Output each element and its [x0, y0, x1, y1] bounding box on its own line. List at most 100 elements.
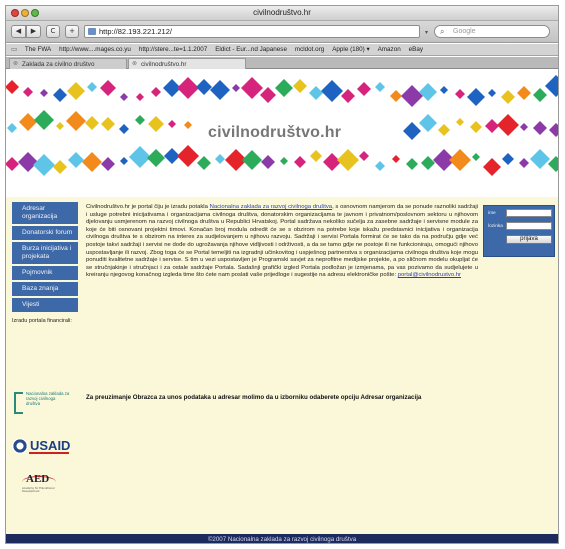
bookmark-item[interactable]: eBay	[409, 44, 423, 55]
back-button[interactable]: ◀	[11, 25, 26, 38]
form-download-notice: Za preuzimanje Obrazca za unos podataka …	[86, 394, 422, 401]
banner-diamond	[533, 121, 547, 135]
banner-diamond	[310, 150, 322, 162]
portal-email-link[interactable]: portal@civilnodrustvo.hr	[398, 272, 461, 278]
banner-diamond	[184, 121, 192, 129]
banner-diamond	[6, 157, 19, 171]
banner-diamond	[40, 89, 48, 97]
banner-diamond	[359, 151, 369, 161]
close-tab-icon[interactable]: ⊗	[13, 59, 18, 70]
banner-diamond	[135, 115, 145, 125]
banner-diamond	[275, 79, 293, 97]
intro-paragraph: Civilnodruštvo.hr je portal čiju je izra…	[86, 204, 478, 280]
banner-diamond	[280, 157, 288, 165]
banner-diamond	[68, 152, 84, 168]
tab-bar: ⊗ Zaklada za civilno društvo ⊗ civilnodr…	[6, 57, 558, 69]
banner-diamond	[294, 156, 306, 168]
tab-zaklada[interactable]: ⊗ Zaklada za civilno društvo	[9, 58, 127, 69]
login-box: ime lozinka prijava	[483, 205, 555, 257]
banner-diamond	[119, 124, 129, 134]
zaklada-bracket-icon	[14, 392, 23, 414]
title-bar: civilnodruštvo.hr	[6, 6, 558, 21]
banner-diamond	[177, 77, 199, 99]
banner-diamond	[261, 155, 275, 169]
back-arrow-icon: ◀	[15, 27, 22, 35]
banner-diamond	[337, 149, 359, 171]
banner-diamond	[309, 86, 323, 100]
banner-diamond	[392, 155, 400, 163]
usaid-logo[interactable]: USAID	[12, 436, 76, 458]
nav-burza-inicijativa[interactable]: Burza inicijativa i projekata	[12, 242, 78, 266]
username-label: ime	[488, 211, 496, 216]
banner-diamond	[548, 156, 558, 172]
banner-diamond	[210, 80, 230, 100]
intro-text-body: , s osnovnom namjerom da se ponude razno…	[86, 204, 478, 279]
banner-diamond	[67, 82, 85, 100]
nav-pojmovnik[interactable]: Pojmovnik	[12, 266, 78, 282]
banner-diamond	[100, 80, 116, 96]
banner-diamond	[517, 86, 531, 100]
footer-copyright: ©2007 Nacionalna zaklada za razvoj civil…	[207, 536, 357, 543]
search-placeholder: Google	[453, 28, 476, 35]
banner-diamond	[501, 90, 515, 104]
url-input[interactable]: http://82.193.221.212/	[84, 25, 420, 38]
banner-diamond	[470, 121, 482, 133]
login-button[interactable]: prijava	[506, 235, 552, 244]
banner-diamond	[467, 88, 485, 106]
banner-diamond	[241, 77, 263, 99]
reload-button[interactable]: C	[46, 25, 60, 38]
banner-diamond	[449, 149, 471, 171]
banner-diamond	[101, 117, 115, 131]
bookmark-item[interactable]: http://www....mages.co.yu	[59, 44, 131, 55]
banner-diamond	[232, 84, 240, 92]
aed-logo[interactable]: AED Academy for Educational Development	[22, 473, 62, 495]
banner-diamond	[403, 122, 421, 140]
password-input[interactable]	[506, 222, 552, 230]
banner-diamond	[455, 89, 465, 99]
nav-donatorski-forum[interactable]: Donatorski forum	[12, 226, 78, 242]
banner-diamond	[406, 158, 418, 170]
banner-diamond	[66, 111, 86, 131]
banner-diamond	[419, 114, 437, 132]
banner-diamond	[82, 152, 102, 172]
banner-diamond	[18, 152, 38, 172]
banner-diamond	[357, 82, 371, 96]
zaklada-logo-text: Nacionalna zaklada za razvoj civilnoga d…	[26, 391, 70, 406]
username-input[interactable]	[506, 209, 552, 217]
banner-diamond	[519, 158, 529, 168]
nav-adresar-organizacija[interactable]: Adresar organizacija	[12, 202, 78, 226]
banner-diamond	[483, 158, 501, 176]
search-icon: ⌕	[440, 27, 445, 36]
url-text: http://82.193.221.212/	[99, 27, 172, 36]
banner-diamond	[53, 160, 67, 174]
banner-diamond	[56, 122, 64, 130]
bookmark-item[interactable]: http://stere...te=1.1.2007	[139, 44, 207, 55]
banner-diamond	[53, 88, 67, 102]
banner-diamond	[242, 150, 262, 170]
banner-diamond	[196, 79, 212, 95]
url-dropdown-icon[interactable]: ▾	[425, 29, 428, 36]
banner-diamond	[530, 149, 550, 169]
bookmark-item[interactable]: The FWA	[25, 44, 51, 55]
banner-diamond	[177, 145, 199, 167]
close-tab-icon[interactable]: ⊗	[132, 59, 137, 70]
tab-civilnodrustvo[interactable]: ⊗ civilnodruštvo.hr	[128, 58, 246, 69]
bookmark-item[interactable]: Amazon	[378, 44, 401, 55]
forward-button[interactable]: ▶	[26, 25, 41, 38]
bookmark-item[interactable]: mcldot.org	[295, 44, 324, 55]
bookmark-item[interactable]: Eldict - Eur...nd Japanese	[215, 44, 287, 55]
banner-diamond	[85, 116, 99, 130]
nav-baza-znanja[interactable]: Baza znanja	[12, 282, 78, 298]
banner-diamond	[520, 123, 528, 131]
bookmarks-book-icon[interactable]: ▭	[11, 44, 17, 55]
banner-diamond	[129, 146, 151, 168]
nacionalna-zaklada-logo[interactable]: Nacionalna zaklada za razvoj civilnoga d…	[14, 390, 70, 424]
bookmark-item[interactable]: Apple (180) ▾	[332, 44, 369, 55]
nacionalna-zaklada-link[interactable]: Nacionalna zaklada za razvoj civilnoga d…	[210, 204, 332, 210]
sidebar-nav: Adresar organizacija Donatorski forum Bu…	[12, 202, 78, 325]
add-bookmark-button[interactable]: +	[65, 25, 79, 38]
forward-arrow-icon: ▶	[30, 27, 37, 35]
site-title: civilnodruštvo.hr	[208, 124, 342, 141]
nav-vijesti[interactable]: Vijesti	[12, 298, 78, 314]
search-input[interactable]: ⌕ Google	[434, 25, 550, 38]
